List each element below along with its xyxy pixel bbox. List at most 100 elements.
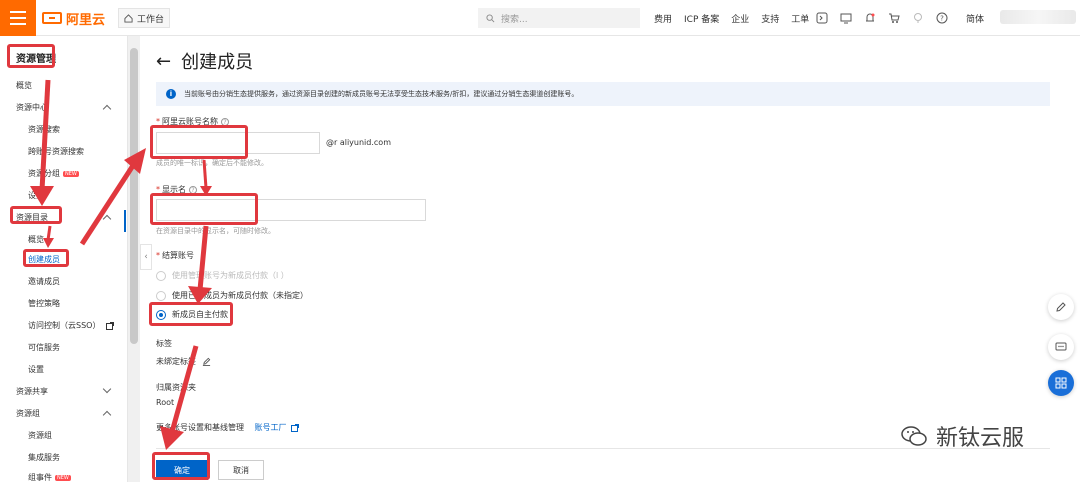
nav-icp[interactable]: ICP 备案 — [684, 12, 719, 25]
sidebar-item-control-policy[interactable]: 管控策略 — [28, 298, 60, 309]
bell-icon[interactable] — [864, 12, 876, 24]
radio-management-account-pays[interactable]: 使用管理账号为新成员付款（l ） — [156, 270, 289, 281]
chevron-down-icon[interactable] — [102, 384, 112, 394]
nav-fees[interactable]: 费用 — [654, 12, 672, 25]
annotation-box-display-name — [150, 193, 258, 225]
home-icon — [124, 13, 133, 23]
new-badge: NEW — [63, 170, 79, 177]
workbench-label: 工作台 — [136, 14, 164, 25]
external-link-icon — [106, 321, 114, 330]
sidebar-item-resource-sharing[interactable]: 资源共享 — [16, 386, 48, 397]
radio-label: 使用管理账号为新成员付款（l ） — [172, 271, 289, 280]
cart-icon[interactable] — [888, 12, 900, 24]
chat-button[interactable] — [1048, 334, 1074, 360]
info-icon: i — [166, 89, 176, 99]
info-banner: i 当前账号由分销生态提供服务，通过资源目录创建的新成员账号无法享受生态技术服务… — [156, 82, 1050, 106]
user-account-blurred[interactable] — [1000, 10, 1076, 24]
nav-enterprise[interactable]: 企业 — [731, 12, 749, 25]
sidebar-item-resource-group[interactable]: 资源分组 NEW — [28, 168, 79, 179]
wechat-icon — [901, 426, 927, 446]
directory-label: 归属资源夹 — [156, 383, 196, 392]
search-box[interactable]: 搜索... — [478, 8, 640, 28]
tags-value[interactable]: 未绑定标签 — [156, 356, 211, 367]
page-title-text: 创建成员 — [181, 52, 254, 73]
top-bar: 阿里云 工作台 搜索... 费用 ICP 备案 企业 支持 工单 ? 简体 — [0, 0, 1080, 36]
sidebar-item-label: 访问控制（云SSO） — [28, 321, 101, 330]
directory-value: Root — [156, 398, 175, 407]
annotation-box-self-pay — [149, 302, 233, 326]
sidebar-item-settings[interactable]: 设置 — [28, 190, 44, 201]
pencil-icon — [1056, 302, 1066, 312]
sidebar-item-invite-member[interactable]: 邀请成员 — [28, 276, 60, 287]
terminal-icon[interactable] — [816, 12, 828, 24]
menu-icon[interactable] — [0, 0, 36, 36]
chevron-left-icon: ‹ — [144, 252, 148, 262]
top-nav: 费用 ICP 备案 企业 支持 工单 — [654, 0, 821, 36]
info-text: 当前账号由分销生态提供服务，通过资源目录创建的新成员账号无法享受生态技术服务/折… — [184, 90, 579, 98]
sidebar-item-integration-service[interactable]: 集成服务 — [28, 452, 60, 463]
billing-account-label: * 结算账号 — [156, 251, 194, 260]
external-link-icon — [291, 423, 300, 432]
chevron-up-icon[interactable] — [102, 410, 112, 420]
nav-support[interactable]: 支持 — [761, 12, 779, 25]
annotation-box-create-member — [23, 249, 69, 267]
more-settings-row: 更多账号设置和基线管理 账号工厂 — [156, 422, 300, 433]
annotation-box-confirm — [152, 452, 210, 480]
logo-mark-icon — [42, 12, 62, 24]
annotation-box-account-name — [150, 125, 248, 159]
sidebar-item-resource-groups[interactable]: 资源组 — [16, 408, 40, 419]
radio-label: 使用已有成员为新成员付款（未指定） — [172, 291, 308, 300]
apps-grid-icon — [1055, 377, 1067, 389]
edit-icon[interactable] — [202, 357, 211, 366]
bulb-icon[interactable] — [912, 12, 924, 24]
sidebar-item-overview[interactable]: 概览 — [16, 80, 32, 91]
language-switch[interactable]: 简体 — [966, 12, 984, 25]
watermark: 新钛云服 — [900, 420, 1024, 452]
chevron-up-icon[interactable] — [102, 214, 112, 224]
sidebar-item-rd-overview[interactable]: 概览 — [28, 234, 44, 245]
radio-button — [156, 270, 166, 281]
apps-button[interactable] — [1048, 370, 1074, 396]
account-domain-suffix: @r aliyunid.com — [326, 138, 391, 147]
new-badge: NEW — [55, 474, 71, 481]
search-icon — [486, 13, 495, 22]
active-indicator — [124, 210, 126, 232]
sidebar-scroll-thumb[interactable] — [130, 48, 138, 344]
nav-ticket[interactable]: 工单 — [791, 12, 809, 25]
search-placeholder: 搜索... — [501, 14, 528, 25]
monitor-icon[interactable] — [840, 12, 852, 24]
account-name-hint: 成员的唯一标识，确定后不能修改。 — [156, 159, 268, 167]
tags-label: 标签 — [156, 339, 172, 348]
sidebar-item-rd-settings[interactable]: 设置 — [28, 364, 44, 375]
radio-existing-member-pays[interactable]: 使用已有成员为新成员付款（未指定） — [156, 290, 308, 301]
account-factory-link[interactable]: 账号工厂 — [255, 423, 287, 432]
collapse-sidebar-button[interactable]: ‹ — [140, 244, 152, 270]
chevron-up-icon[interactable] — [102, 104, 112, 114]
sidebar-item-trusted-service[interactable]: 可信服务 — [28, 342, 60, 353]
sidebar-item-label: 资源分组 — [28, 169, 60, 178]
back-arrow-icon[interactable]: ← — [156, 51, 171, 72]
sidebar-item-group-events[interactable]: 组事件 NEW — [28, 472, 71, 482]
sidebar-item-resource-center[interactable]: 资源中心 — [16, 102, 48, 113]
logo-text: 阿里云 — [66, 12, 106, 28]
sidebar-item-cloud-sso[interactable]: 访问控制（云SSO） — [28, 320, 114, 331]
workbench-button[interactable]: 工作台 — [118, 8, 170, 28]
display-name-hint: 在资源目录中的显示名，可随时修改。 — [156, 227, 275, 235]
sidebar-item-resource-group-list[interactable]: 资源组 — [28, 430, 52, 441]
watermark-text: 新钛云服 — [936, 426, 1025, 451]
annotation-box-resource-mgmt — [7, 44, 55, 68]
sidebar-item-resource-search[interactable]: 资源搜索 — [28, 124, 60, 135]
more-settings-text: 更多账号设置和基线管理 — [156, 423, 244, 432]
sidebar-item-label: 组事件 — [28, 473, 52, 482]
chat-icon — [1055, 342, 1067, 351]
svg-text:?: ? — [940, 15, 944, 23]
feedback-edit-button[interactable] — [1048, 294, 1074, 320]
aliyun-logo[interactable]: 阿里云 — [42, 10, 106, 28]
top-icons: ? — [816, 0, 948, 36]
help-icon[interactable]: ? — [936, 12, 948, 24]
radio-button — [156, 290, 166, 301]
cancel-button[interactable]: 取消 — [218, 460, 264, 480]
annotation-box-resource-directory — [10, 206, 62, 224]
page-title: ← 创建成员 — [156, 48, 253, 74]
sidebar-item-cross-account-search[interactable]: 跨账号资源搜索 — [28, 146, 84, 157]
